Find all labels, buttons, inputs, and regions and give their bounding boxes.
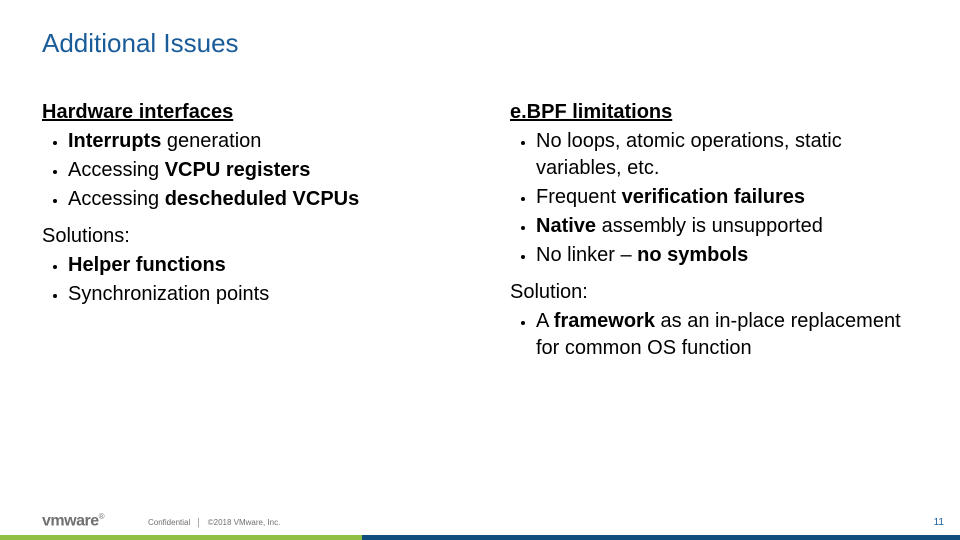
list-item: Accessing descheduled VCPUs	[68, 186, 450, 213]
section-head-ebpf: e.BPF limitations	[510, 99, 918, 126]
footer-meta: Confidential │ ©2018 VMware, Inc.	[148, 518, 280, 527]
list-item: Synchronization points	[68, 281, 450, 308]
list-item: Native assembly is unsupported	[536, 213, 918, 240]
copyright-label: ©2018 VMware, Inc.	[208, 518, 281, 527]
bar-blue	[362, 535, 960, 540]
solutions-list: Helper functions Synchronization points	[68, 252, 450, 308]
footer-accent-bar	[0, 535, 960, 540]
list-item: Helper functions	[68, 252, 450, 279]
list-item: Frequent verification failures	[536, 184, 918, 211]
slide: Additional Issues Hardware interfaces In…	[0, 0, 960, 540]
page-title: Additional Issues	[42, 28, 918, 59]
ebpf-list: No loops, atomic operations, static vari…	[536, 128, 918, 269]
list-item: No linker – no symbols	[536, 242, 918, 269]
page-number: 11	[934, 517, 944, 528]
right-column: e.BPF limitations No loops, atomic opera…	[510, 99, 918, 364]
hardware-list: Interrupts generation Accessing VCPU reg…	[68, 128, 450, 213]
section-head-solutions: Solutions:	[42, 223, 450, 250]
footer: vmware® Confidential │ ©2018 VMware, Inc…	[0, 504, 960, 540]
content-columns: Hardware interfaces Interrupts generatio…	[42, 99, 918, 364]
section-head-hardware: Hardware interfaces	[42, 99, 450, 126]
left-column: Hardware interfaces Interrupts generatio…	[42, 99, 450, 364]
section-head-solution: Solution:	[510, 279, 918, 306]
list-item: Interrupts generation	[68, 128, 450, 155]
list-item: No loops, atomic operations, static vari…	[536, 128, 918, 182]
separator-icon: │	[196, 518, 201, 527]
list-item: Accessing VCPU registers	[68, 157, 450, 184]
confidential-label: Confidential	[148, 518, 190, 527]
solution-list: A framework as an in-place replacement f…	[536, 308, 918, 362]
bar-green	[0, 535, 362, 540]
vmware-logo: vmware®	[42, 512, 104, 530]
list-item: A framework as an in-place replacement f…	[536, 308, 918, 362]
